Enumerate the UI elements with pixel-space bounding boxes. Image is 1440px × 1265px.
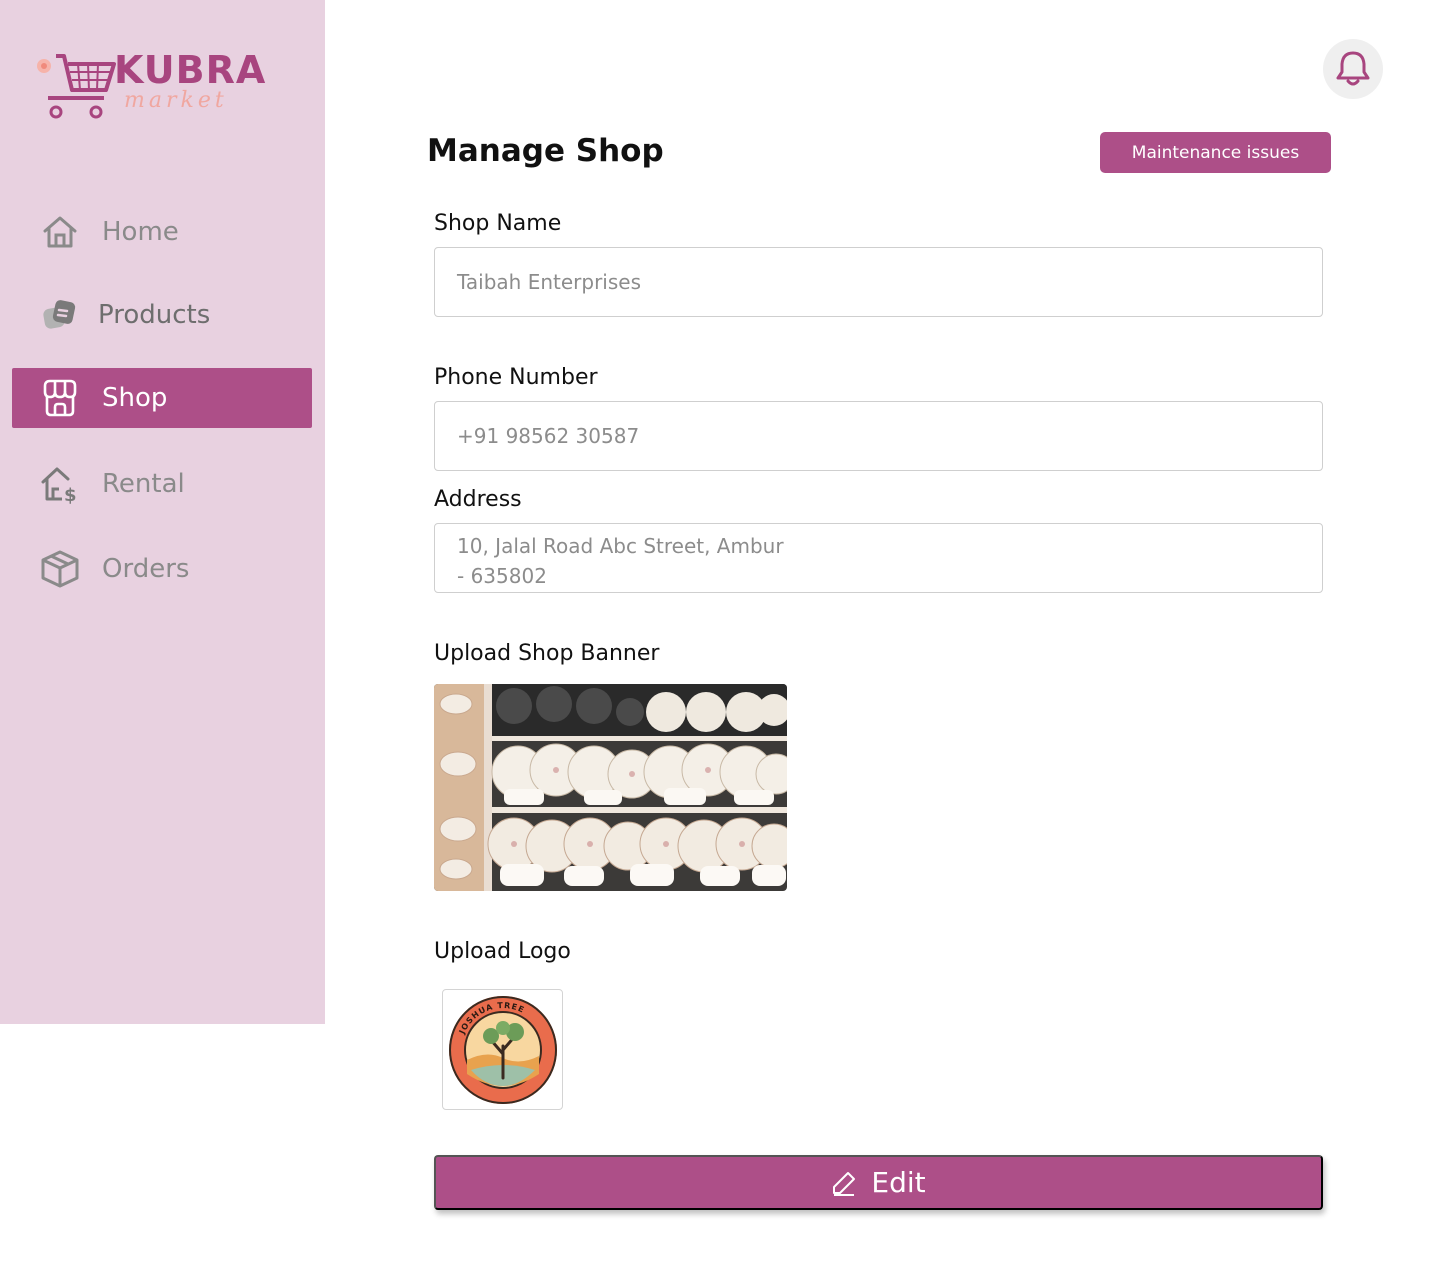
maintenance-issues-button[interactable]: Maintenance issues xyxy=(1100,132,1331,173)
svg-text:$: $ xyxy=(64,485,77,504)
crockery-shelf-image xyxy=(434,684,787,891)
shop-banner-image[interactable] xyxy=(434,684,787,891)
edit-label: Edit xyxy=(871,1166,926,1199)
phone-label: Phone Number xyxy=(434,365,598,390)
logo-label: Upload Logo xyxy=(434,939,571,964)
brand-sub: market xyxy=(124,88,228,113)
sidebar-item-shop[interactable]: Shop xyxy=(12,368,312,428)
address-field[interactable]: 10, Jalal Road Abc Street, Ambur - 63580… xyxy=(434,523,1323,593)
pencil-icon xyxy=(833,1171,856,1196)
notification-button[interactable] xyxy=(1323,39,1383,99)
address-line-1: 10, Jalal Road Abc Street, Ambur xyxy=(457,534,784,558)
sidebar-item-orders[interactable]: Orders xyxy=(12,539,312,599)
shop-name-value: Taibah Enterprises xyxy=(457,270,642,294)
joshua-tree-logo-image: JOSHUA TREE xyxy=(448,995,557,1104)
shop-name-label: Shop Name xyxy=(434,211,562,236)
page-title: Manage Shop xyxy=(427,133,664,169)
shop-name-field[interactable]: Taibah Enterprises xyxy=(434,247,1323,317)
sidebar-item-label: Home xyxy=(102,217,179,247)
sidebar-item-products[interactable]: Products xyxy=(12,285,312,345)
sidebar-item-label: Shop xyxy=(102,383,168,413)
home-icon xyxy=(38,210,82,254)
phone-value: +91 98562 30587 xyxy=(457,424,640,448)
sidebar-item-rental[interactable]: $ Rental xyxy=(12,454,312,514)
rental-icon: $ xyxy=(38,462,82,506)
address-label: Address xyxy=(434,487,522,512)
brand-name: KUBRA xyxy=(114,48,267,92)
sidebar-item-label: Products xyxy=(98,300,211,330)
shop-icon xyxy=(38,376,82,420)
sidebar-item-label: Orders xyxy=(102,554,190,584)
cart-icon xyxy=(37,54,116,119)
sidebar-item-home[interactable]: Home xyxy=(12,202,312,262)
phone-field[interactable]: +91 98562 30587 xyxy=(434,401,1323,471)
bell-icon xyxy=(1336,51,1370,86)
banner-label: Upload Shop Banner xyxy=(434,641,660,666)
edit-button[interactable]: Edit xyxy=(434,1155,1323,1210)
brand-logo[interactable]: KUBRA market xyxy=(34,46,267,126)
address-line-2: - 635802 xyxy=(457,564,547,588)
products-icon xyxy=(38,293,82,337)
sidebar-item-label: Rental xyxy=(102,469,185,499)
shop-logo-upload[interactable]: JOSHUA TREE xyxy=(442,989,563,1110)
sidebar: KUBRA market Home Products Shop $ Rental… xyxy=(0,0,325,1024)
orders-icon xyxy=(38,547,82,591)
